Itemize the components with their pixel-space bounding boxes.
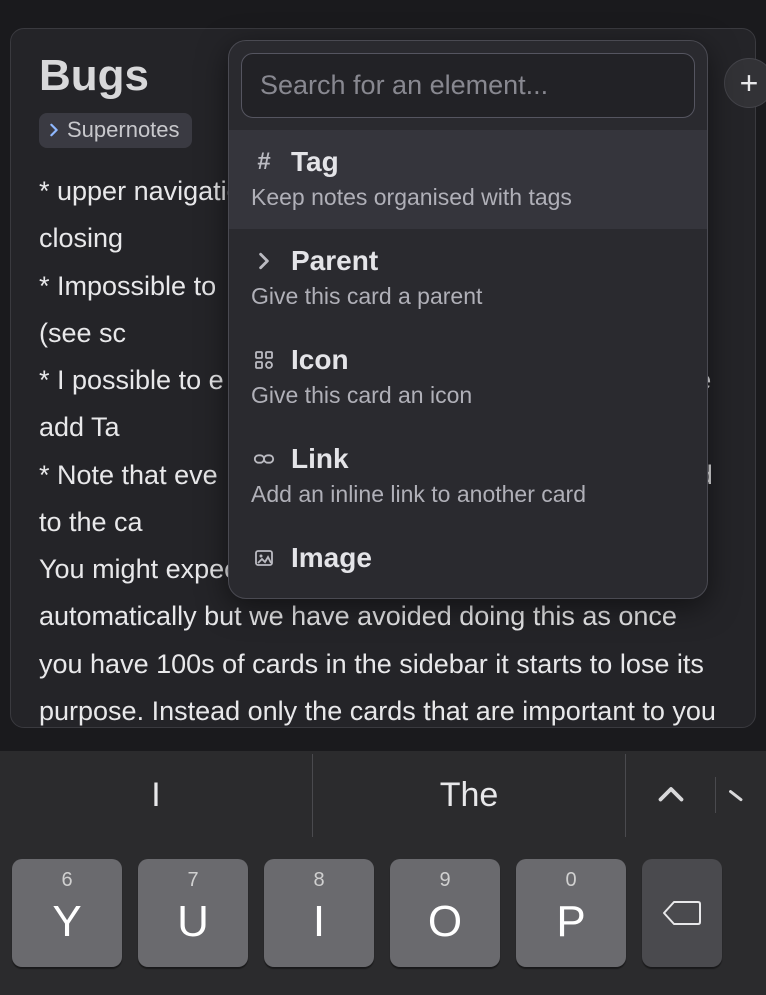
key-y[interactable]: 6 Y [12,859,122,967]
menu-item-label: Link [291,443,349,475]
menu-item-desc: Keep notes organised with tags [251,184,685,211]
key-ltr: I [313,897,325,947]
menu-item-label: Parent [291,245,378,277]
chevron-right-icon [251,248,277,274]
menu-item-image[interactable]: Image [229,526,707,598]
key-ltr: U [177,897,209,947]
key-p[interactable]: 0 P [516,859,626,967]
top-bar [0,0,766,28]
key-num: 6 [61,869,72,892]
element-popover: # Tag Keep notes organised with tags Par… [228,40,708,599]
caret-down-button[interactable] [716,777,766,813]
element-menu: # Tag Keep notes organised with tags Par… [229,130,707,598]
chevron-right-icon [47,123,61,137]
menu-item-label: Icon [291,344,349,376]
menu-item-desc: Give this card an icon [251,382,685,409]
menu-item-label: Image [291,542,372,574]
menu-item-tag[interactable]: # Tag Keep notes organised with tags [229,130,707,229]
key-num: 0 [565,869,576,892]
backspace-icon [662,898,702,928]
suggestion[interactable]: I [0,754,313,837]
search-wrap [229,41,707,130]
search-input[interactable] [241,53,695,118]
suggestion-bar: I The [0,751,766,839]
chevron-down-icon [727,777,755,813]
hash-icon: # [251,149,277,175]
key-num: 9 [439,869,450,892]
menu-item-desc: Give this card a parent [251,283,685,310]
key-i[interactable]: 8 I [264,859,374,967]
key-num: 8 [313,869,324,892]
key-ltr: O [428,897,462,947]
menu-item-icon[interactable]: Icon Give this card an icon [229,328,707,427]
key-row: 6 Y 7 U 8 I 9 O 0 P [0,839,766,995]
menu-item-label: Tag [291,146,339,178]
parent-chip-label: Supernotes [67,117,180,143]
key-backspace[interactable] [642,859,722,967]
caret-up-button[interactable] [626,777,716,813]
key-ltr: P [556,897,585,947]
key-ltr: Y [52,897,81,947]
menu-item-link[interactable]: Link Add an inline link to another card [229,427,707,526]
image-icon [251,545,277,571]
menu-item-parent[interactable]: Parent Give this card a parent [229,229,707,328]
key-num: 7 [187,869,198,892]
link-icon [251,446,277,472]
suggestion[interactable]: The [313,754,626,837]
parent-chip[interactable]: Supernotes [39,113,192,148]
menu-item-desc: Add an inline link to another card [251,481,685,508]
virtual-keyboard: I The 6 Y 7 U 8 I 9 O 0 P [0,751,766,995]
grid-icon [251,347,277,373]
key-u[interactable]: 7 U [138,859,248,967]
plus-icon: + [740,65,759,102]
key-o[interactable]: 9 O [390,859,500,967]
chevron-up-icon [653,777,689,813]
add-button[interactable]: + [724,58,766,108]
